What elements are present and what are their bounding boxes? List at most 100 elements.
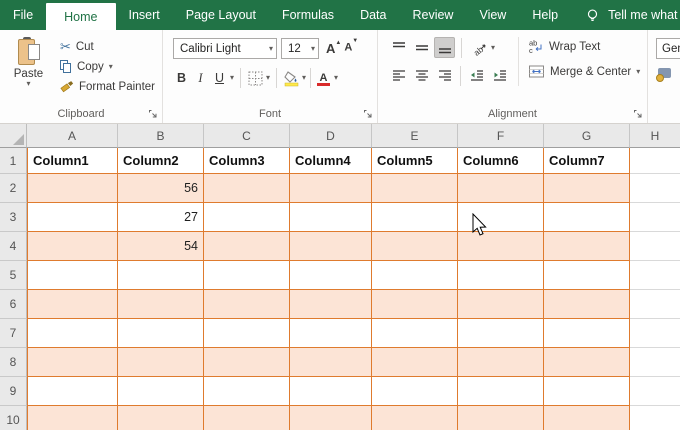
underline-button[interactable]: U: [211, 71, 228, 85]
cell-A1[interactable]: Column1: [27, 148, 118, 174]
cell-F7[interactable]: [458, 319, 544, 348]
cell-D9[interactable]: [290, 377, 372, 406]
cell-D2[interactable]: [290, 174, 372, 203]
paste-dropdown-arrow[interactable]: ▾: [26, 80, 30, 88]
row-header-9[interactable]: 9: [0, 377, 27, 406]
cell-B8[interactable]: [118, 348, 204, 377]
cell-H6[interactable]: [630, 290, 680, 319]
cell-C6[interactable]: [204, 290, 290, 319]
merge-center-dropdown-arrow[interactable]: ▾: [636, 68, 640, 76]
cell-G7[interactable]: [544, 319, 630, 348]
accounting-format-icon[interactable]: [656, 68, 672, 82]
cell-F9[interactable]: [458, 377, 544, 406]
column-header-D[interactable]: D: [290, 124, 372, 148]
align-center-button[interactable]: [411, 65, 432, 86]
tab-insert[interactable]: Insert: [116, 0, 173, 30]
row-header-4[interactable]: 4: [0, 232, 27, 261]
number-format-combobox[interactable]: Gen: [656, 38, 680, 59]
cell-E10[interactable]: [372, 406, 458, 430]
cell-A4[interactable]: [27, 232, 118, 261]
cell-F10[interactable]: [458, 406, 544, 430]
decrease-indent-button[interactable]: [466, 65, 487, 86]
row-header-7[interactable]: 7: [0, 319, 27, 348]
fill-color-button[interactable]: [283, 70, 300, 87]
cell-E4[interactable]: [372, 232, 458, 261]
cell-G3[interactable]: [544, 203, 630, 232]
cell-D5[interactable]: [290, 261, 372, 290]
tell-me-search[interactable]: Tell me what y: [585, 0, 680, 30]
orientation-button[interactable]: ab: [468, 37, 489, 58]
cell-B1[interactable]: Column2: [118, 148, 204, 174]
cell-E1[interactable]: Column5: [372, 148, 458, 174]
tab-help[interactable]: Help: [519, 0, 571, 30]
cell-E5[interactable]: [372, 261, 458, 290]
cell-D4[interactable]: [290, 232, 372, 261]
merge-center-button[interactable]: Merge & Center ▾: [525, 62, 643, 81]
cell-C8[interactable]: [204, 348, 290, 377]
tab-file[interactable]: File: [0, 0, 46, 30]
cell-E2[interactable]: [372, 174, 458, 203]
cell-G4[interactable]: [544, 232, 630, 261]
cell-A10[interactable]: [27, 406, 118, 430]
cell-B2[interactable]: 56: [118, 174, 204, 203]
cell-E9[interactable]: [372, 377, 458, 406]
cell-E7[interactable]: [372, 319, 458, 348]
cell-F6[interactable]: [458, 290, 544, 319]
cell-H8[interactable]: [630, 348, 680, 377]
fill-color-dropdown-arrow[interactable]: ▾: [302, 74, 306, 82]
italic-button[interactable]: I: [192, 71, 209, 86]
row-header-10[interactable]: 10: [0, 406, 27, 430]
column-header-C[interactable]: C: [204, 124, 290, 148]
tab-review[interactable]: Review: [399, 0, 466, 30]
row-header-8[interactable]: 8: [0, 348, 27, 377]
font-color-button[interactable]: A: [315, 70, 332, 87]
cell-A2[interactable]: [27, 174, 118, 203]
cell-B10[interactable]: [118, 406, 204, 430]
cell-D8[interactable]: [290, 348, 372, 377]
cell-H3[interactable]: [630, 203, 680, 232]
clipboard-dialog-launcher[interactable]: [148, 109, 158, 119]
top-align-button[interactable]: [388, 37, 409, 58]
column-header-A[interactable]: A: [27, 124, 118, 148]
middle-align-button[interactable]: [411, 37, 432, 58]
cell-F8[interactable]: [458, 348, 544, 377]
cell-G8[interactable]: [544, 348, 630, 377]
cell-D6[interactable]: [290, 290, 372, 319]
font-dialog-launcher[interactable]: [363, 109, 373, 119]
cell-H2[interactable]: [630, 174, 680, 203]
cell-H7[interactable]: [630, 319, 680, 348]
tab-page-layout[interactable]: Page Layout: [173, 0, 269, 30]
font-name-dropdown-arrow[interactable]: ▾: [265, 45, 273, 53]
cell-H4[interactable]: [630, 232, 680, 261]
cell-B7[interactable]: [118, 319, 204, 348]
cell-H10[interactable]: [630, 406, 680, 430]
cell-G1[interactable]: Column7: [544, 148, 630, 174]
font-name-combobox[interactable]: Calibri Light ▾: [173, 38, 277, 59]
alignment-dialog-launcher[interactable]: [633, 109, 643, 119]
font-size-combobox[interactable]: 12 ▾: [281, 38, 319, 59]
cell-F5[interactable]: [458, 261, 544, 290]
cut-button[interactable]: ✂ Cut: [57, 38, 158, 55]
copy-dropdown-arrow[interactable]: ▾: [109, 63, 113, 71]
copy-button[interactable]: Copy ▾: [57, 58, 158, 75]
cell-F4[interactable]: [458, 232, 544, 261]
cell-B5[interactable]: [118, 261, 204, 290]
cell-G9[interactable]: [544, 377, 630, 406]
column-header-E[interactable]: E: [372, 124, 458, 148]
cell-D7[interactable]: [290, 319, 372, 348]
format-painter-button[interactable]: Format Painter: [57, 78, 158, 95]
cell-H1[interactable]: [630, 148, 680, 174]
increase-indent-button[interactable]: [489, 65, 510, 86]
borders-button[interactable]: [247, 70, 264, 87]
row-header-3[interactable]: 3: [0, 203, 27, 232]
cell-D3[interactable]: [290, 203, 372, 232]
cell-E8[interactable]: [372, 348, 458, 377]
column-header-B[interactable]: B: [118, 124, 204, 148]
cell-H9[interactable]: [630, 377, 680, 406]
cell-C1[interactable]: Column3: [204, 148, 290, 174]
tab-view[interactable]: View: [466, 0, 519, 30]
font-color-dropdown-arrow[interactable]: ▾: [334, 74, 338, 82]
cell-C5[interactable]: [204, 261, 290, 290]
cell-E6[interactable]: [372, 290, 458, 319]
column-header-G[interactable]: G: [544, 124, 630, 148]
